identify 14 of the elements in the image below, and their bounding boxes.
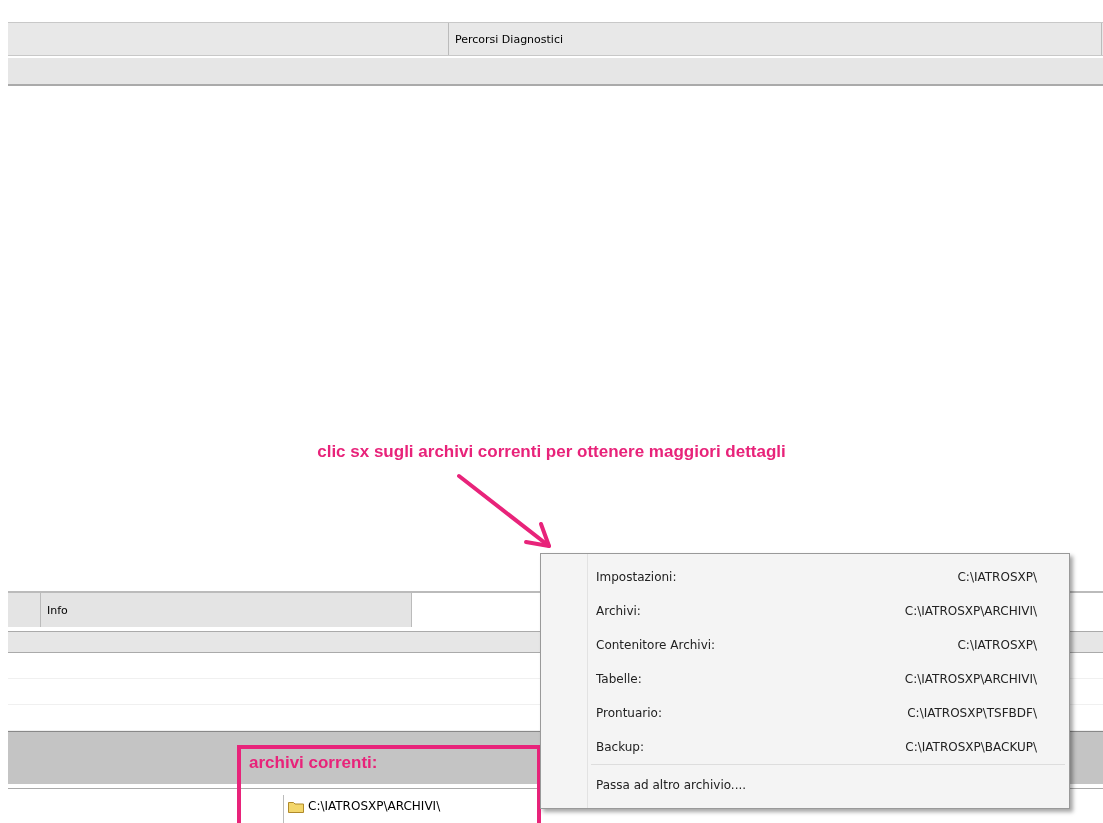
menu-item[interactable]: Tabelle: C:\IATROSXP\ARCHIVI\ [541, 662, 1069, 696]
column-header[interactable] [8, 593, 41, 627]
annotation-text: clic sx sugli archivi correnti per ottenere maggiori dettagli [316, 442, 787, 462]
column-header[interactable]: Percorsi Diagnostici [455, 32, 564, 46]
folder-icon [288, 799, 304, 813]
menu-item[interactable]: Contenitore Archivi: C:\IATROSXP\ [541, 628, 1069, 662]
menu-item[interactable]: Passa ad altro archivio.... [541, 768, 1069, 802]
menu-item[interactable]: Impostazioni: C:\IATROSXP\ [541, 560, 1069, 594]
archive-path-cell[interactable]: C:\IATROSXP\ARCHIVI\ [283, 795, 445, 823]
menu-item[interactable]: Prontuario: C:\IATROSXP\TSFBDF\ [541, 696, 1069, 730]
menu-item[interactable]: Backup: C:\IATROSXP\BACKUP\ [541, 730, 1069, 764]
menu-item[interactable]: Archivi: C:\IATROSXP\ARCHIVI\ [541, 594, 1069, 628]
annotation-label: archivi correnti: [249, 753, 378, 772]
column-header[interactable]: Info [41, 593, 412, 627]
